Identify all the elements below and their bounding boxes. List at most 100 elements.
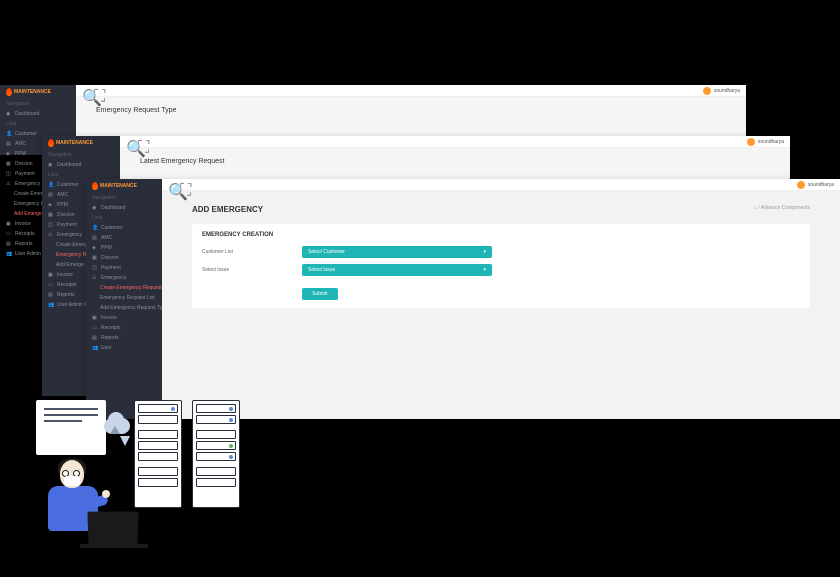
admin-icon: 👥 bbox=[92, 345, 98, 351]
admin-icon: 👥 bbox=[6, 251, 12, 257]
issue-row: Select Issue Select Issue ▾ bbox=[202, 264, 800, 276]
receipt-icon: ▭ bbox=[92, 325, 98, 331]
report-icon: ▤ bbox=[6, 241, 12, 247]
chevron-down-icon: ▾ bbox=[483, 267, 486, 273]
user-name[interactable]: soundharya bbox=[758, 139, 784, 145]
sidebar-item-emergency[interactable]: ⚠Emergency bbox=[86, 273, 162, 283]
avatar[interactable] bbox=[797, 181, 805, 189]
invoice-icon: ▣ bbox=[48, 272, 54, 278]
grid-icon: ▦ bbox=[92, 255, 98, 261]
content: Emergency Request Type bbox=[76, 97, 746, 132]
report-icon: ▤ bbox=[92, 335, 98, 341]
breadcrumb-home-icon[interactable]: ⌂ bbox=[754, 205, 757, 211]
admin-icon: 👥 bbox=[48, 302, 54, 308]
topbar: 🔍 ⛶ soundharya bbox=[162, 179, 840, 191]
avatar[interactable] bbox=[703, 87, 711, 95]
search-icon[interactable]: 🔍 bbox=[126, 139, 132, 145]
emergency-creation-card: EMERGENCY CREATION Customer List Select … bbox=[192, 224, 810, 308]
sidebar-item-division[interactable]: ▦Division bbox=[86, 253, 162, 263]
doc-icon: ▤ bbox=[48, 192, 54, 198]
alert-icon: ⚠ bbox=[6, 181, 12, 187]
customer-label: Customer List bbox=[202, 249, 302, 255]
sidebar-item-dashboard[interactable]: ◉Dashboard bbox=[86, 203, 162, 213]
flame-icon bbox=[92, 182, 98, 190]
payment-icon: ◫ bbox=[6, 171, 12, 177]
search-icon[interactable]: 🔍 bbox=[168, 182, 174, 188]
chevron-down-icon: ▾ bbox=[483, 249, 486, 255]
avatar[interactable] bbox=[747, 138, 755, 146]
topbar: 🔍 ⛶ soundharya bbox=[120, 136, 790, 148]
sidebar-item-invoice[interactable]: ▣Invoice bbox=[86, 313, 162, 323]
content: ⌂ / Advance Components ADD EMERGENCY EME… bbox=[162, 191, 840, 419]
submit-button[interactable]: Submit bbox=[302, 288, 338, 300]
window-add-emergency: MAINTENANCE Navigation ◉Dashboard Lists … bbox=[86, 179, 840, 419]
search-icon[interactable]: 🔍 bbox=[82, 88, 88, 94]
sidebar-heading: Navigation bbox=[0, 99, 76, 109]
breadcrumb-page[interactable]: Advance Components bbox=[761, 205, 810, 211]
alert-icon: ⚠ bbox=[48, 232, 54, 238]
illustration bbox=[18, 400, 248, 575]
sidebar-logo[interactable]: MAINTENANCE bbox=[86, 179, 162, 193]
invoice-icon: ▣ bbox=[6, 221, 12, 227]
logo-text: MAINTENANCE bbox=[100, 183, 137, 189]
sidebar-item-emergency-request-list[interactable]: Emergency Request List bbox=[86, 293, 162, 303]
alert-icon: ⚠ bbox=[92, 275, 98, 281]
sidebar-item-ppm[interactable]: ◈PPM bbox=[86, 243, 162, 253]
dashboard-icon: ◉ bbox=[48, 162, 54, 168]
sidebar: MAINTENANCE Navigation ◉Dashboard Lists … bbox=[86, 179, 162, 419]
server-rack-icon bbox=[192, 400, 240, 508]
doc-icon: ◈ bbox=[92, 245, 98, 251]
logo-text: MAINTENANCE bbox=[56, 140, 93, 146]
sidebar-item-dashboard[interactable]: ◉Dashboard bbox=[0, 109, 76, 119]
sidebar-item-create-emergency-request[interactable]: Create Emergency Request bbox=[86, 283, 162, 293]
grid-icon: ▦ bbox=[48, 212, 54, 218]
issue-label: Select Issue bbox=[202, 267, 302, 273]
user-icon: 👤 bbox=[92, 225, 98, 231]
payment-icon: ◫ bbox=[48, 222, 54, 228]
user-name[interactable]: soundharya bbox=[808, 182, 834, 188]
main-area: 🔍 ⛶ soundharya ⌂ / Advance Components AD… bbox=[162, 179, 840, 419]
sidebar-item-user[interactable]: 👥User bbox=[86, 343, 162, 353]
sidebar-item-reports[interactable]: ▤Reports bbox=[86, 333, 162, 343]
doc-icon: ▤ bbox=[92, 235, 98, 241]
expand-icon[interactable]: ⛶ bbox=[138, 139, 144, 145]
sidebar-item-dashboard[interactable]: ◉Dashboard bbox=[42, 160, 120, 170]
customer-select[interactable]: Select Customer ▾ bbox=[302, 246, 492, 258]
sidebar-logo[interactable]: MAINTENANCE bbox=[42, 136, 120, 150]
content: Latest Emergency Request bbox=[120, 148, 790, 183]
grid-icon: ▦ bbox=[6, 161, 12, 167]
logo-text: MAINTENANCE bbox=[14, 89, 51, 95]
user-icon: 👤 bbox=[48, 182, 54, 188]
user-icon: 👤 bbox=[6, 131, 12, 137]
flame-icon bbox=[48, 139, 54, 147]
customer-row: Customer List Select Customer ▾ bbox=[202, 246, 800, 258]
doc-icon: ▤ bbox=[6, 141, 12, 147]
main-area: 🔍 ⛶ soundharya Latest Emergency Request bbox=[120, 136, 790, 183]
page-title: Latest Emergency Request bbox=[140, 158, 770, 165]
sidebar-logo[interactable]: MAINTENANCE bbox=[0, 85, 76, 99]
sidebar-item-add-emergency-request-type[interactable]: Add Emergency Request Type bbox=[86, 303, 162, 313]
sidebar-item-customer[interactable]: 👤Customer bbox=[86, 223, 162, 233]
user-name[interactable]: soundharya bbox=[714, 88, 740, 94]
page-title: ADD EMERGENCY bbox=[192, 205, 810, 214]
doc-icon: ◈ bbox=[48, 202, 54, 208]
cloud-sync-icon bbox=[90, 412, 140, 444]
sidebar-item-amc[interactable]: ▤AMC bbox=[86, 233, 162, 243]
receipt-icon: ▭ bbox=[6, 231, 12, 237]
issue-select[interactable]: Select Issue ▾ bbox=[302, 264, 492, 276]
topbar: 🔍 ⛶ soundharya bbox=[76, 85, 746, 97]
doc-icon: ◈ bbox=[6, 151, 12, 157]
flame-icon bbox=[6, 88, 12, 96]
dashboard-icon: ◉ bbox=[6, 111, 12, 117]
sidebar-heading: Lists bbox=[0, 119, 76, 129]
sidebar-item-payment[interactable]: ◫Payment bbox=[86, 263, 162, 273]
dashboard-icon: ◉ bbox=[92, 205, 98, 211]
person-laptop-icon bbox=[18, 460, 138, 575]
expand-icon[interactable]: ⛶ bbox=[94, 88, 100, 94]
page-title: Emergency Request Type bbox=[96, 107, 726, 114]
expand-icon[interactable]: ⛶ bbox=[180, 182, 186, 188]
receipt-icon: ▭ bbox=[48, 282, 54, 288]
breadcrumb: ⌂ / Advance Components bbox=[754, 205, 810, 211]
report-icon: ▤ bbox=[48, 292, 54, 298]
sidebar-item-receipts[interactable]: ▭Receipts bbox=[86, 323, 162, 333]
